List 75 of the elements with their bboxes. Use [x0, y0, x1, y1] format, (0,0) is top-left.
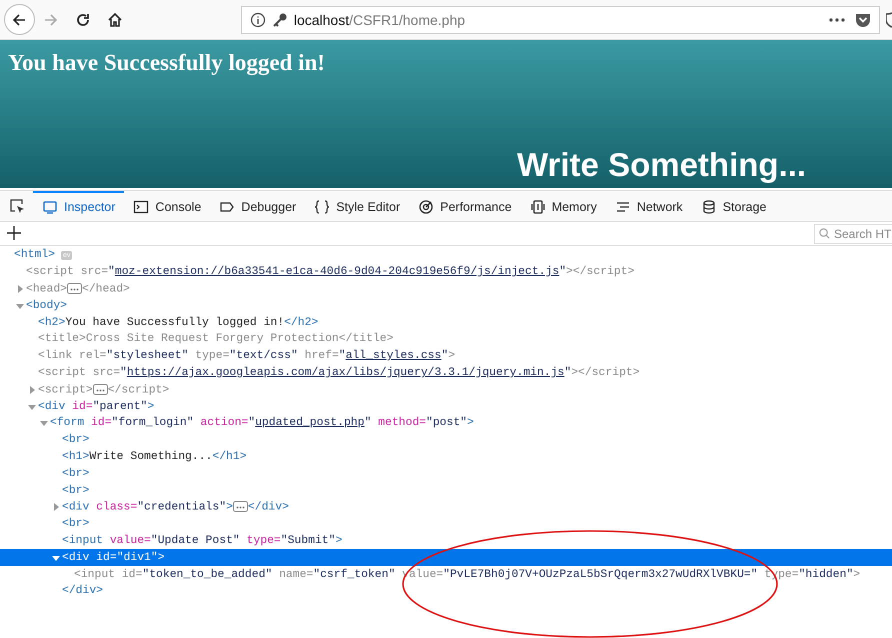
node-row[interactable]: <script src="https://ajax.googleapis.com/ajax/libs/jquery/3.3.1/jquery.min.js"></script>	[0, 364, 892, 382]
collapsed-arrow-icon[interactable]	[16, 284, 24, 293]
markup-line: <h1>Write Something...</h1>	[62, 450, 247, 463]
markup-line: <link rel="stylesheet" type="text/css" href="all_styles.css">	[38, 350, 456, 362]
node-row[interactable]: <body>	[0, 297, 892, 314]
node-row[interactable]: <br>	[0, 432, 892, 449]
markup-line: <h2>You have Successfully logged in!</h2>	[38, 316, 318, 329]
markup-line: <head> </head>	[26, 282, 130, 296]
markup-line: <script src="https://ajax.googleapis.com/ajax/libs/jquery/3.3.1/jquery.min.js"></script>	[38, 366, 640, 379]
markup-line: <body>	[26, 300, 68, 312]
markup-line: <div class="credentials"> </div>	[62, 501, 289, 514]
node-row[interactable]: <br>	[0, 465, 892, 482]
node-row[interactable]: <h1>Write Something...</h1>	[0, 448, 892, 466]
selected-node-row[interactable]: <div id="div1">	[0, 549, 892, 566]
markup-line: <br>	[62, 468, 90, 480]
write-heading: Write Something...	[517, 146, 808, 184]
markup-line: <div id="div1">	[62, 552, 165, 564]
devtools-tab[interactable]: Console	[124, 191, 210, 221]
collapsed-arrow-icon[interactable]	[28, 386, 36, 394]
markup-line: <script> </script>	[38, 384, 170, 396]
forward-arrow-icon	[42, 12, 59, 28]
node-row[interactable]: <br>	[0, 482, 892, 499]
success-heading: You have Successfully logged in!	[8, 50, 326, 76]
console-icon	[133, 199, 150, 215]
expanded-arrow-icon[interactable]	[40, 419, 48, 428]
devtools-tab[interactable]: Style Editor	[305, 191, 410, 221]
expanded-arrow-icon[interactable]	[28, 402, 36, 411]
address-bar[interactable]: localhost/CSFR1/home.php	[240, 6, 880, 34]
devtools-tab[interactable]: Debugger	[210, 191, 306, 221]
expanded-arrow-icon[interactable]	[16, 302, 24, 310]
collapsed-arrow-icon[interactable]	[52, 503, 60, 512]
markup-line: <br>	[62, 434, 90, 446]
reload-icon	[74, 12, 91, 28]
plus-icon	[6, 224, 22, 240]
inspector-icon	[42, 199, 58, 215]
node-row[interactable]: <div id="parent">	[0, 398, 892, 415]
node-row[interactable]: <br>	[0, 516, 892, 533]
ellipsis-icon[interactable]	[92, 384, 108, 395]
markup-line: <div id="parent">	[38, 400, 154, 413]
markup-line: <title>Cross Site Request Forgery Protection</title>	[38, 333, 394, 346]
node-row[interactable]: <script src="moz-extension://b6a33541-e1ca-40d6-9d04-204c919e56f9/js/inject.js"></script>	[0, 264, 892, 281]
home-icon	[106, 12, 123, 28]
markup-line: <script src="moz-extension://b6a33541-e1ca-40d6-9d04-204c919e56f9/js/inject.js"></script>	[26, 266, 634, 278]
key-icon[interactable]	[272, 12, 288, 28]
back-arrow-icon	[11, 12, 28, 28]
node-row[interactable]: <input value="Update Post" type="Submit">	[0, 532, 892, 550]
devtools-tab[interactable]: Network	[606, 191, 692, 221]
ellipsis-icon[interactable]	[232, 501, 248, 512]
cursor-in-box-icon	[8, 198, 24, 214]
performance-icon	[418, 199, 434, 215]
markup-line: <input value="Update Post" type="Submit">	[62, 534, 342, 547]
memory-icon	[530, 199, 546, 215]
markup-line: <br>	[62, 518, 90, 530]
pocket-icon[interactable]	[855, 12, 871, 28]
search-icon	[819, 228, 830, 239]
braces-icon	[314, 199, 330, 215]
markup-line: </div>	[62, 585, 104, 598]
add-node-button[interactable]	[6, 224, 24, 242]
node-row[interactable]: <form id="form_login" action="updated_post.php" method="post">	[0, 414, 892, 432]
node-row[interactable]: <h2>You have Successfully logged in!</h2>	[0, 314, 892, 331]
expanded-arrow-icon[interactable]	[52, 554, 60, 562]
devtools-tab[interactable]: Performance	[409, 191, 521, 221]
shield-icon[interactable]	[886, 12, 892, 28]
devtools-tab[interactable]: Storage	[692, 191, 776, 221]
node-row[interactable]: <div class="credentials"> </div>	[0, 498, 892, 516]
back-button[interactable]	[4, 4, 35, 35]
search-field[interactable]: Search HT	[814, 224, 892, 244]
markup-line: <br>	[62, 484, 90, 497]
node-row[interactable]: <link rel="stylesheet" type="text/css" href="all_styles.css">	[0, 348, 892, 365]
more-icon[interactable]	[829, 18, 845, 22]
devtools-tab[interactable]: Memory	[520, 191, 606, 221]
markup-line: <form id="form_login" action="updated_post.php" method="post">	[50, 417, 474, 430]
storage-icon	[700, 199, 717, 215]
info-icon[interactable]	[250, 12, 266, 28]
ellipsis-icon[interactable]	[67, 282, 82, 294]
